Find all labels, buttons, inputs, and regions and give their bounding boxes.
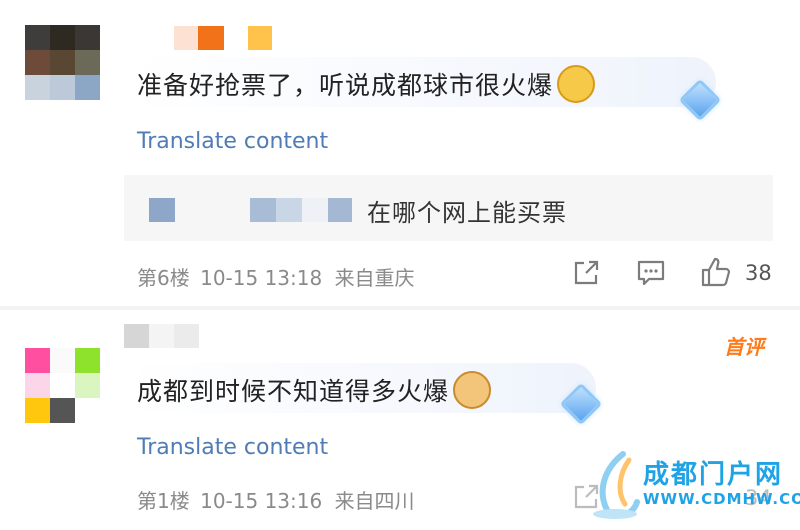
site-watermark: 成都门户网 WWW.CDMHW.COM — [585, 450, 800, 530]
reply-username-part — [302, 198, 328, 222]
reply-username-part — [328, 198, 352, 222]
doge-emoji-icon — [453, 371, 492, 409]
drooling-face-emoji-icon — [557, 65, 596, 103]
avatar[interactable] — [25, 348, 100, 423]
translate-link[interactable]: Translate content — [137, 435, 328, 460]
watermark-url: WWW.CDMHW.COM — [643, 490, 800, 508]
avatar[interactable] — [25, 25, 100, 100]
reply-preview[interactable]: 在哪个网上能买票 — [124, 175, 773, 241]
reply-username — [149, 198, 175, 222]
location: 来自四川 — [334, 489, 415, 513]
reply-username-part — [276, 198, 302, 222]
comment-text: 准备好抢票了，听说成都球市很火爆 — [137, 65, 596, 106]
comment-meta: 第1楼 10-15 13:16 来自四川 — [137, 485, 415, 514]
username[interactable] — [174, 26, 272, 50]
like-icon[interactable] — [700, 256, 732, 292]
first-comment-badge: 首评 — [724, 335, 764, 359]
floor-number: 第6楼 — [137, 266, 190, 290]
floor-number: 第1楼 — [137, 489, 190, 513]
comment-icon[interactable] — [636, 259, 666, 291]
comment-item: 准备好抢票了，听说成都球市很火爆 Translate content 在哪个网上… — [0, 0, 800, 307]
username[interactable] — [124, 324, 224, 348]
watermark-logo-icon — [585, 450, 645, 522]
reply-username-part — [250, 198, 276, 222]
reply-text: 在哪个网上能买票 — [367, 199, 567, 227]
timestamp: 10-15 13:18 — [200, 266, 323, 290]
like-count: 38 — [745, 261, 772, 285]
watermark-title: 成都门户网 — [643, 460, 784, 490]
share-icon[interactable] — [572, 259, 600, 291]
comment-text: 成都到时候不知道得多火爆 — [137, 371, 492, 412]
location: 来自重庆 — [334, 266, 415, 290]
comment-meta: 第6楼 10-15 13:18 来自重庆 — [137, 262, 415, 291]
timestamp: 10-15 13:16 — [200, 489, 323, 513]
translate-link[interactable]: Translate content — [137, 129, 328, 154]
